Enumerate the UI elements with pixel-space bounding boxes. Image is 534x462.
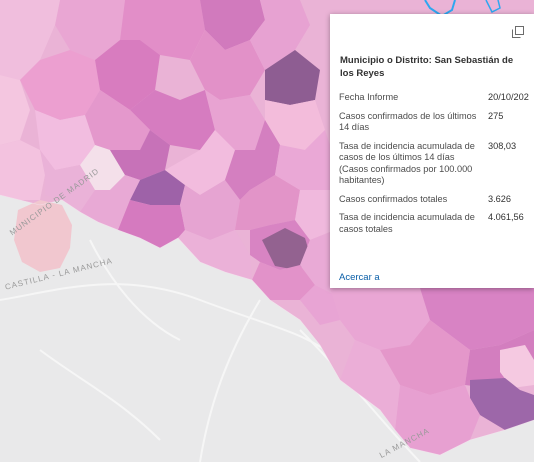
attribute-row: Casos confirmados de los últimos 14 días…	[339, 109, 534, 139]
attribute-value: 3.626	[488, 193, 511, 204]
zoom-to-link[interactable]: Acercar a	[339, 272, 380, 283]
attribute-label: Casos confirmados de los últimos 14 días	[339, 110, 477, 133]
attribute-value: 308,03	[488, 140, 517, 151]
attribute-row: Tasa de incidencia acumulada de casos de…	[339, 139, 534, 192]
attribute-row: Fecha Informe 20/10/202	[339, 90, 534, 109]
attribute-value: 20/10/202	[488, 92, 529, 102]
attribute-row: Tasa de incidencia acumulada de casos to…	[339, 210, 534, 240]
attribute-label: Tasa de incidencia acumulada de casos to…	[339, 212, 475, 234]
attribute-label: Tasa de incidencia acumulada de casos de…	[339, 140, 475, 186]
popup-header	[330, 14, 534, 50]
attribute-label: Fecha Informe	[339, 92, 399, 102]
attribute-row: Casos confirmados totales 3.626	[339, 192, 534, 211]
attribute-label: Casos confirmados totales	[339, 193, 448, 204]
maximize-icon[interactable]	[512, 26, 524, 38]
attribute-value: 4.061,56	[488, 212, 524, 222]
info-popup: Municipio o Distrito: San Sebastián de l…	[330, 14, 534, 288]
attribute-value: 275	[488, 110, 504, 121]
popup-title: Municipio o Distrito: San Sebastián de l…	[340, 55, 514, 79]
attribute-table: Fecha Informe 20/10/202 Casos confirmado…	[339, 90, 534, 240]
